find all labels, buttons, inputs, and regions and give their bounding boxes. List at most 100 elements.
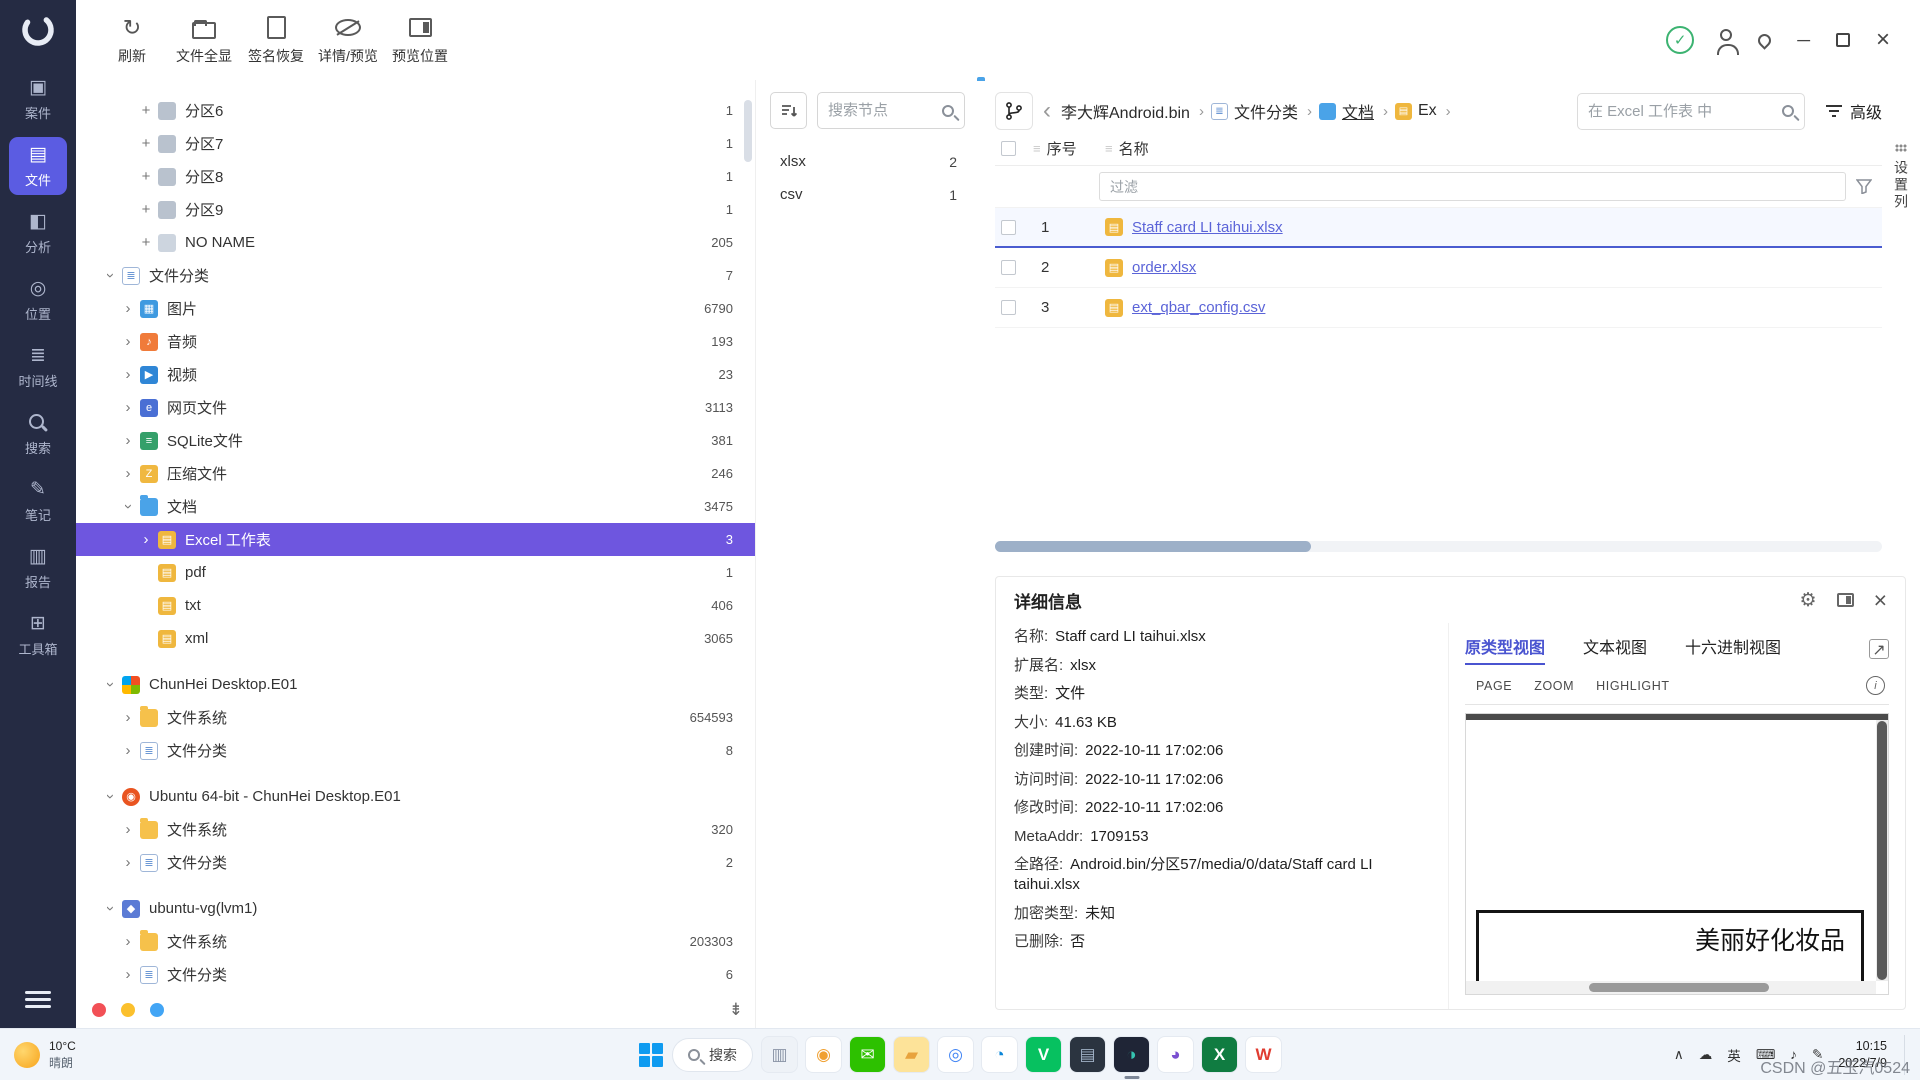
taskbar-app-icon[interactable]: X xyxy=(1202,1037,1237,1072)
user-icon[interactable] xyxy=(1720,29,1732,41)
tree-expand-arrow[interactable] xyxy=(136,135,156,152)
open-external-icon[interactable]: ↗ xyxy=(1869,639,1889,659)
advanced-search-button[interactable]: 高级 xyxy=(1825,99,1882,123)
row-checkbox[interactable] xyxy=(1001,260,1016,275)
tree-expand-arrow[interactable] xyxy=(118,709,138,726)
breadcrumb-item[interactable]: ≣ 文件分类 › xyxy=(1211,99,1315,123)
toolbar-button[interactable]: 文件全显 xyxy=(170,15,238,66)
tree-expand-arrow[interactable] xyxy=(118,366,138,383)
panel-layout-icon[interactable] xyxy=(1837,593,1854,607)
tray-icon[interactable]: ∧ xyxy=(1674,1047,1684,1063)
toolbar-button[interactable]: ↻ 刷新 xyxy=(98,15,166,66)
preview-tool-button[interactable]: HIGHLIGHT xyxy=(1585,675,1680,697)
filter-input[interactable] xyxy=(1099,172,1846,201)
tree-expand-arrow[interactable] xyxy=(118,821,138,838)
activation-check-icon[interactable]: ✓ xyxy=(1666,26,1694,54)
tree-item[interactable]: NO NAME 205 xyxy=(76,226,755,259)
row-checkbox[interactable] xyxy=(1001,300,1016,315)
tray-icon[interactable]: ☁ xyxy=(1699,1047,1713,1063)
tree-item[interactable]: 文档 3475 xyxy=(76,490,755,523)
tree-item[interactable]: e 网页文件 3113 xyxy=(76,391,755,424)
taskbar-app-icon[interactable]: ◑ xyxy=(1114,1037,1149,1072)
tree-item[interactable]: ≣ 文件分类 8 xyxy=(76,734,755,767)
maximize-button[interactable] xyxy=(1836,33,1850,47)
tree-expand-arrow[interactable] xyxy=(118,300,138,317)
tree-expand-arrow[interactable] xyxy=(118,399,138,416)
select-all-checkbox[interactable] xyxy=(1001,141,1016,156)
tree-item[interactable]: ≣ 文件分类 2 xyxy=(76,846,755,879)
tree-item[interactable]: 文件系统 654593 xyxy=(76,701,755,734)
tree-item[interactable]: Z 压缩文件 246 xyxy=(76,457,755,490)
preview-tab[interactable]: 文本视图 xyxy=(1583,634,1647,665)
scrollbar-thumb[interactable] xyxy=(1877,721,1887,980)
taskbar-app-icon[interactable]: ▤ xyxy=(1070,1037,1105,1072)
breadcrumb-item[interactable]: 李大辉Android.bin › xyxy=(1061,99,1207,123)
file-name-link[interactable]: order.xlsx xyxy=(1132,259,1196,276)
tree-expand-arrow[interactable] xyxy=(136,102,156,119)
column-header-name[interactable]: 名称 xyxy=(1119,138,1149,159)
search-icon[interactable] xyxy=(1782,105,1794,117)
search-icon[interactable] xyxy=(942,105,954,117)
tray-icon[interactable]: ♪ xyxy=(1790,1047,1797,1062)
tree-item[interactable]: 分区7 1 xyxy=(76,127,755,160)
tree-expand-arrow[interactable] xyxy=(136,168,156,185)
taskbar-app-icon[interactable]: ▰ xyxy=(894,1037,929,1072)
tree-expand-arrow[interactable] xyxy=(118,742,138,759)
preview-tool-button[interactable]: PAGE xyxy=(1465,675,1523,697)
toolbar-button[interactable]: 预览位置 xyxy=(386,15,454,66)
preview-tab[interactable]: 十六进制视图 xyxy=(1685,634,1781,665)
sidebar-item[interactable]: ◎ 位置 xyxy=(9,271,67,329)
taskbar-app-icon[interactable]: ◎ xyxy=(938,1037,973,1072)
sidebar-item[interactable]: ≣ 时间线 xyxy=(9,338,67,396)
toolbar-button[interactable]: 详情/预览 xyxy=(314,15,382,66)
sidebar-item[interactable]: ✎ 笔记 xyxy=(9,472,67,530)
taskbar-app-icon[interactable]: ◕ xyxy=(1158,1037,1193,1072)
tree-scrollbar[interactable] xyxy=(744,100,752,162)
sidebar-item[interactable]: ▥ 报告 xyxy=(9,539,67,597)
tree-item[interactable]: ▦ 图片 6790 xyxy=(76,292,755,325)
file-name-link[interactable]: Staff card LI taihui.xlsx xyxy=(1132,219,1283,236)
tree-expand-arrow[interactable] xyxy=(100,788,120,805)
tree-item[interactable]: ◆ ubuntu-vg(lvm1) xyxy=(76,892,755,925)
scrollbar-thumb[interactable] xyxy=(1589,983,1769,992)
tree-structure-button[interactable] xyxy=(995,92,1033,130)
taskbar-app-icon[interactable]: ▥ xyxy=(762,1037,797,1072)
tree-item[interactable]: ◉ Ubuntu 64-bit - ChunHei Desktop.E01 xyxy=(76,780,755,813)
table-row[interactable]: 2 ▤ order.xlsx xyxy=(995,248,1882,288)
taskbar-app-icon[interactable]: V xyxy=(1026,1037,1061,1072)
tree-item[interactable]: ▤ xml 3065 xyxy=(76,622,755,655)
tree-item[interactable]: ▤ pdf 1 xyxy=(76,556,755,589)
tree-item[interactable]: 分区6 1 xyxy=(76,94,755,127)
table-row[interactable]: 3 ▤ ext_qbar_config.csv xyxy=(995,288,1882,328)
jump-to-bottom-icon[interactable]: ⇟ xyxy=(729,1000,743,1020)
close-button[interactable]: × xyxy=(1876,28,1890,52)
tree-expand-arrow[interactable] xyxy=(118,333,138,350)
table-row[interactable]: 1 ▤ Staff card LI taihui.xlsx xyxy=(995,208,1882,248)
preview-tab[interactable]: 原类型视图 xyxy=(1465,634,1545,665)
tray-icon[interactable]: ✎ xyxy=(1812,1047,1823,1063)
node-list-item[interactable]: csv 1 xyxy=(770,178,965,211)
tree-item[interactable]: ▤ Excel 工作表 3 xyxy=(76,523,755,556)
node-search-input[interactable] xyxy=(828,102,942,119)
taskbar-app-icon[interactable]: ◔ xyxy=(982,1037,1017,1072)
sidebar-item[interactable]: ▤ 文件 xyxy=(9,137,67,195)
tree-expand-arrow[interactable] xyxy=(118,966,138,983)
table-search-input[interactable] xyxy=(1588,103,1782,120)
tree-expand-arrow[interactable] xyxy=(100,900,120,917)
taskbar-app-icon[interactable]: ✉ xyxy=(850,1037,885,1072)
tray-icon[interactable]: 英 xyxy=(1727,1045,1741,1065)
tree-item[interactable]: ChunHei Desktop.E01 xyxy=(76,668,755,701)
preview-tool-button[interactable]: ZOOM xyxy=(1523,675,1585,697)
tree-expand-arrow[interactable] xyxy=(118,933,138,950)
tree-item[interactable]: ≣ 文件分类 6 xyxy=(76,958,755,991)
breadcrumb-item[interactable]: 文档 › xyxy=(1319,99,1391,123)
tree-item[interactable]: 文件系统 320 xyxy=(76,813,755,846)
taskbar-search[interactable]: 搜索 xyxy=(672,1038,753,1072)
taskbar-app-icon[interactable]: W xyxy=(1246,1037,1281,1072)
show-desktop-strip[interactable] xyxy=(1904,1035,1908,1075)
tree-item[interactable]: 文件系统 203303 xyxy=(76,925,755,958)
filter-funnel-icon[interactable] xyxy=(1856,179,1872,194)
details-close-icon[interactable]: × xyxy=(1874,589,1887,612)
column-settings-strip[interactable]: 设置列 xyxy=(1888,144,1914,211)
back-button[interactable]: ‹ xyxy=(1041,99,1053,123)
